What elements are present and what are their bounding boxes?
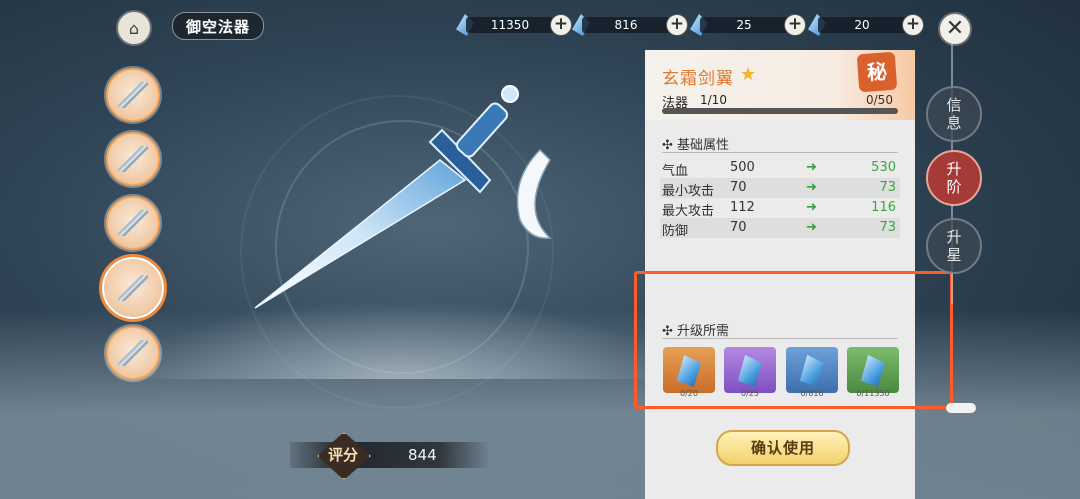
stat-current: 112 xyxy=(730,200,755,215)
item-level: 1/10 xyxy=(700,93,727,107)
item-slot-5[interactable] xyxy=(106,326,160,380)
stat-next: 530 xyxy=(871,160,896,175)
stat-current: 70 xyxy=(730,180,747,195)
item-slot-3[interactable] xyxy=(106,196,160,250)
stat-row: 最小攻击 70 ➜ 73 xyxy=(660,178,900,199)
stat-row: 气血 500 ➜ 530 xyxy=(660,158,900,179)
tab-info[interactable]: 信息 xyxy=(926,86,982,142)
section-title-text: 基础属性 xyxy=(677,138,730,153)
currency-value: 25 xyxy=(700,17,788,33)
tab-star-up[interactable]: 升星 xyxy=(926,218,982,274)
currency-value: 11350 xyxy=(466,17,554,33)
tab-label: 信息 xyxy=(946,96,962,132)
stat-next: 116 xyxy=(871,200,896,215)
tab-label: 升阶 xyxy=(946,160,962,196)
sword-artwork xyxy=(254,85,552,309)
stat-next: 73 xyxy=(879,180,896,195)
progress-bar xyxy=(662,108,898,114)
progress-text: 0/50 xyxy=(866,93,893,107)
artifact-icon xyxy=(118,340,148,366)
close-icon[interactable]: ✕ xyxy=(938,12,972,46)
artifact-icon xyxy=(118,82,148,108)
palace-icon[interactable]: ⌂ xyxy=(116,10,152,46)
stat-name: 最小攻击 xyxy=(662,184,715,199)
stat-row: 防御 70 ➜ 73 xyxy=(660,218,900,239)
item-slot-1[interactable] xyxy=(106,68,160,122)
add-currency-button[interactable]: + xyxy=(902,14,924,36)
highlight-annotation-tail xyxy=(946,403,976,413)
base-attributes-title: ✣ 基础属性 xyxy=(662,134,729,153)
stat-name: 最大攻击 xyxy=(662,204,715,219)
seal-badge: 秘 xyxy=(856,51,898,93)
confirm-use-button[interactable]: 确认使用 xyxy=(716,430,850,466)
stat-next: 73 xyxy=(879,220,896,235)
highlight-annotation xyxy=(634,271,953,409)
item-slot-2[interactable] xyxy=(106,132,160,186)
arrow-right-icon: ➜ xyxy=(806,200,817,215)
stat-row: 最大攻击 112 ➜ 116 xyxy=(660,198,900,219)
diamond-icon: ✣ xyxy=(662,138,678,153)
tab-ascend[interactable]: 升阶 xyxy=(926,150,982,206)
score-label: 评分 xyxy=(327,446,358,464)
score-value: 844 xyxy=(408,446,437,464)
divider xyxy=(662,152,898,153)
artifact-icon xyxy=(118,275,148,301)
stat-current: 500 xyxy=(730,160,755,175)
currency-value: 816 xyxy=(582,17,670,33)
arrow-right-icon: ➜ xyxy=(806,220,817,235)
stat-name: 气血 xyxy=(662,164,689,179)
arrow-right-icon: ➜ xyxy=(806,180,817,195)
stat-name: 防御 xyxy=(662,224,689,239)
page-title: 御空法器 xyxy=(172,12,264,40)
star-icon: ★ xyxy=(740,64,757,85)
tab-label: 升星 xyxy=(946,228,962,264)
artifact-icon xyxy=(118,210,148,236)
stat-current: 70 xyxy=(730,220,747,235)
arrow-right-icon: ➜ xyxy=(806,160,817,175)
add-currency-button[interactable]: + xyxy=(666,14,688,36)
item-name: 玄霜剑翼 xyxy=(662,69,734,89)
add-currency-button[interactable]: + xyxy=(550,14,572,36)
add-currency-button[interactable]: + xyxy=(784,14,806,36)
currency-value: 20 xyxy=(818,17,906,33)
item-slot-4-selected[interactable] xyxy=(102,257,164,319)
artifact-icon xyxy=(118,146,148,172)
